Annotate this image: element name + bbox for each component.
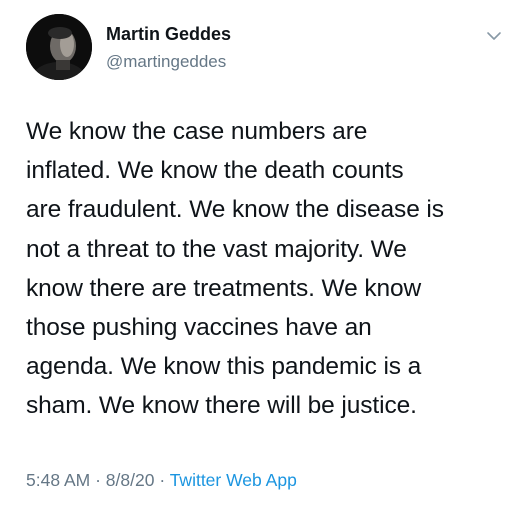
tweet-text-line: are fraudulent. We know the disease is — [26, 196, 444, 224]
meta-separator: · — [159, 470, 166, 490]
tweet-text-line: agenda. We know this pandemic is a — [26, 353, 422, 381]
chevron-down-icon[interactable] — [483, 25, 505, 47]
tweet-meta: 5:48 AM · 8/8/20 · Twitter Web App — [26, 468, 297, 492]
meta-separator: · — [95, 470, 101, 490]
tweet-text-line: inflated. We know the death counts — [26, 157, 404, 185]
tweet-text-line: those pushing vaccines have an — [26, 314, 372, 342]
tweet-text-line: We know the case numbers are — [26, 118, 368, 145]
tweet-text-line: not a threat to the vast majority. We — [26, 235, 407, 263]
author-handle[interactable]: @martingeddes — [106, 51, 226, 73]
avatar-image — [26, 14, 92, 80]
tweet-text-line: know there are treatments. We know — [26, 274, 422, 302]
tweet-card: Martin Geddes @martingeddes We know the … — [0, 0, 526, 511]
tweet-text-line: sham. We know there will be justice. — [26, 392, 417, 420]
avatar[interactable] — [26, 14, 92, 80]
author-display-name[interactable]: Martin Geddes — [106, 23, 231, 45]
source-app-link[interactable]: Twitter Web App — [170, 470, 297, 490]
tweet-date[interactable]: 8/8/20 — [106, 470, 155, 490]
tweet-time[interactable]: 5:48 AM — [26, 470, 90, 490]
tweet-text: We know the case numbers are inflated. W… — [26, 112, 506, 426]
